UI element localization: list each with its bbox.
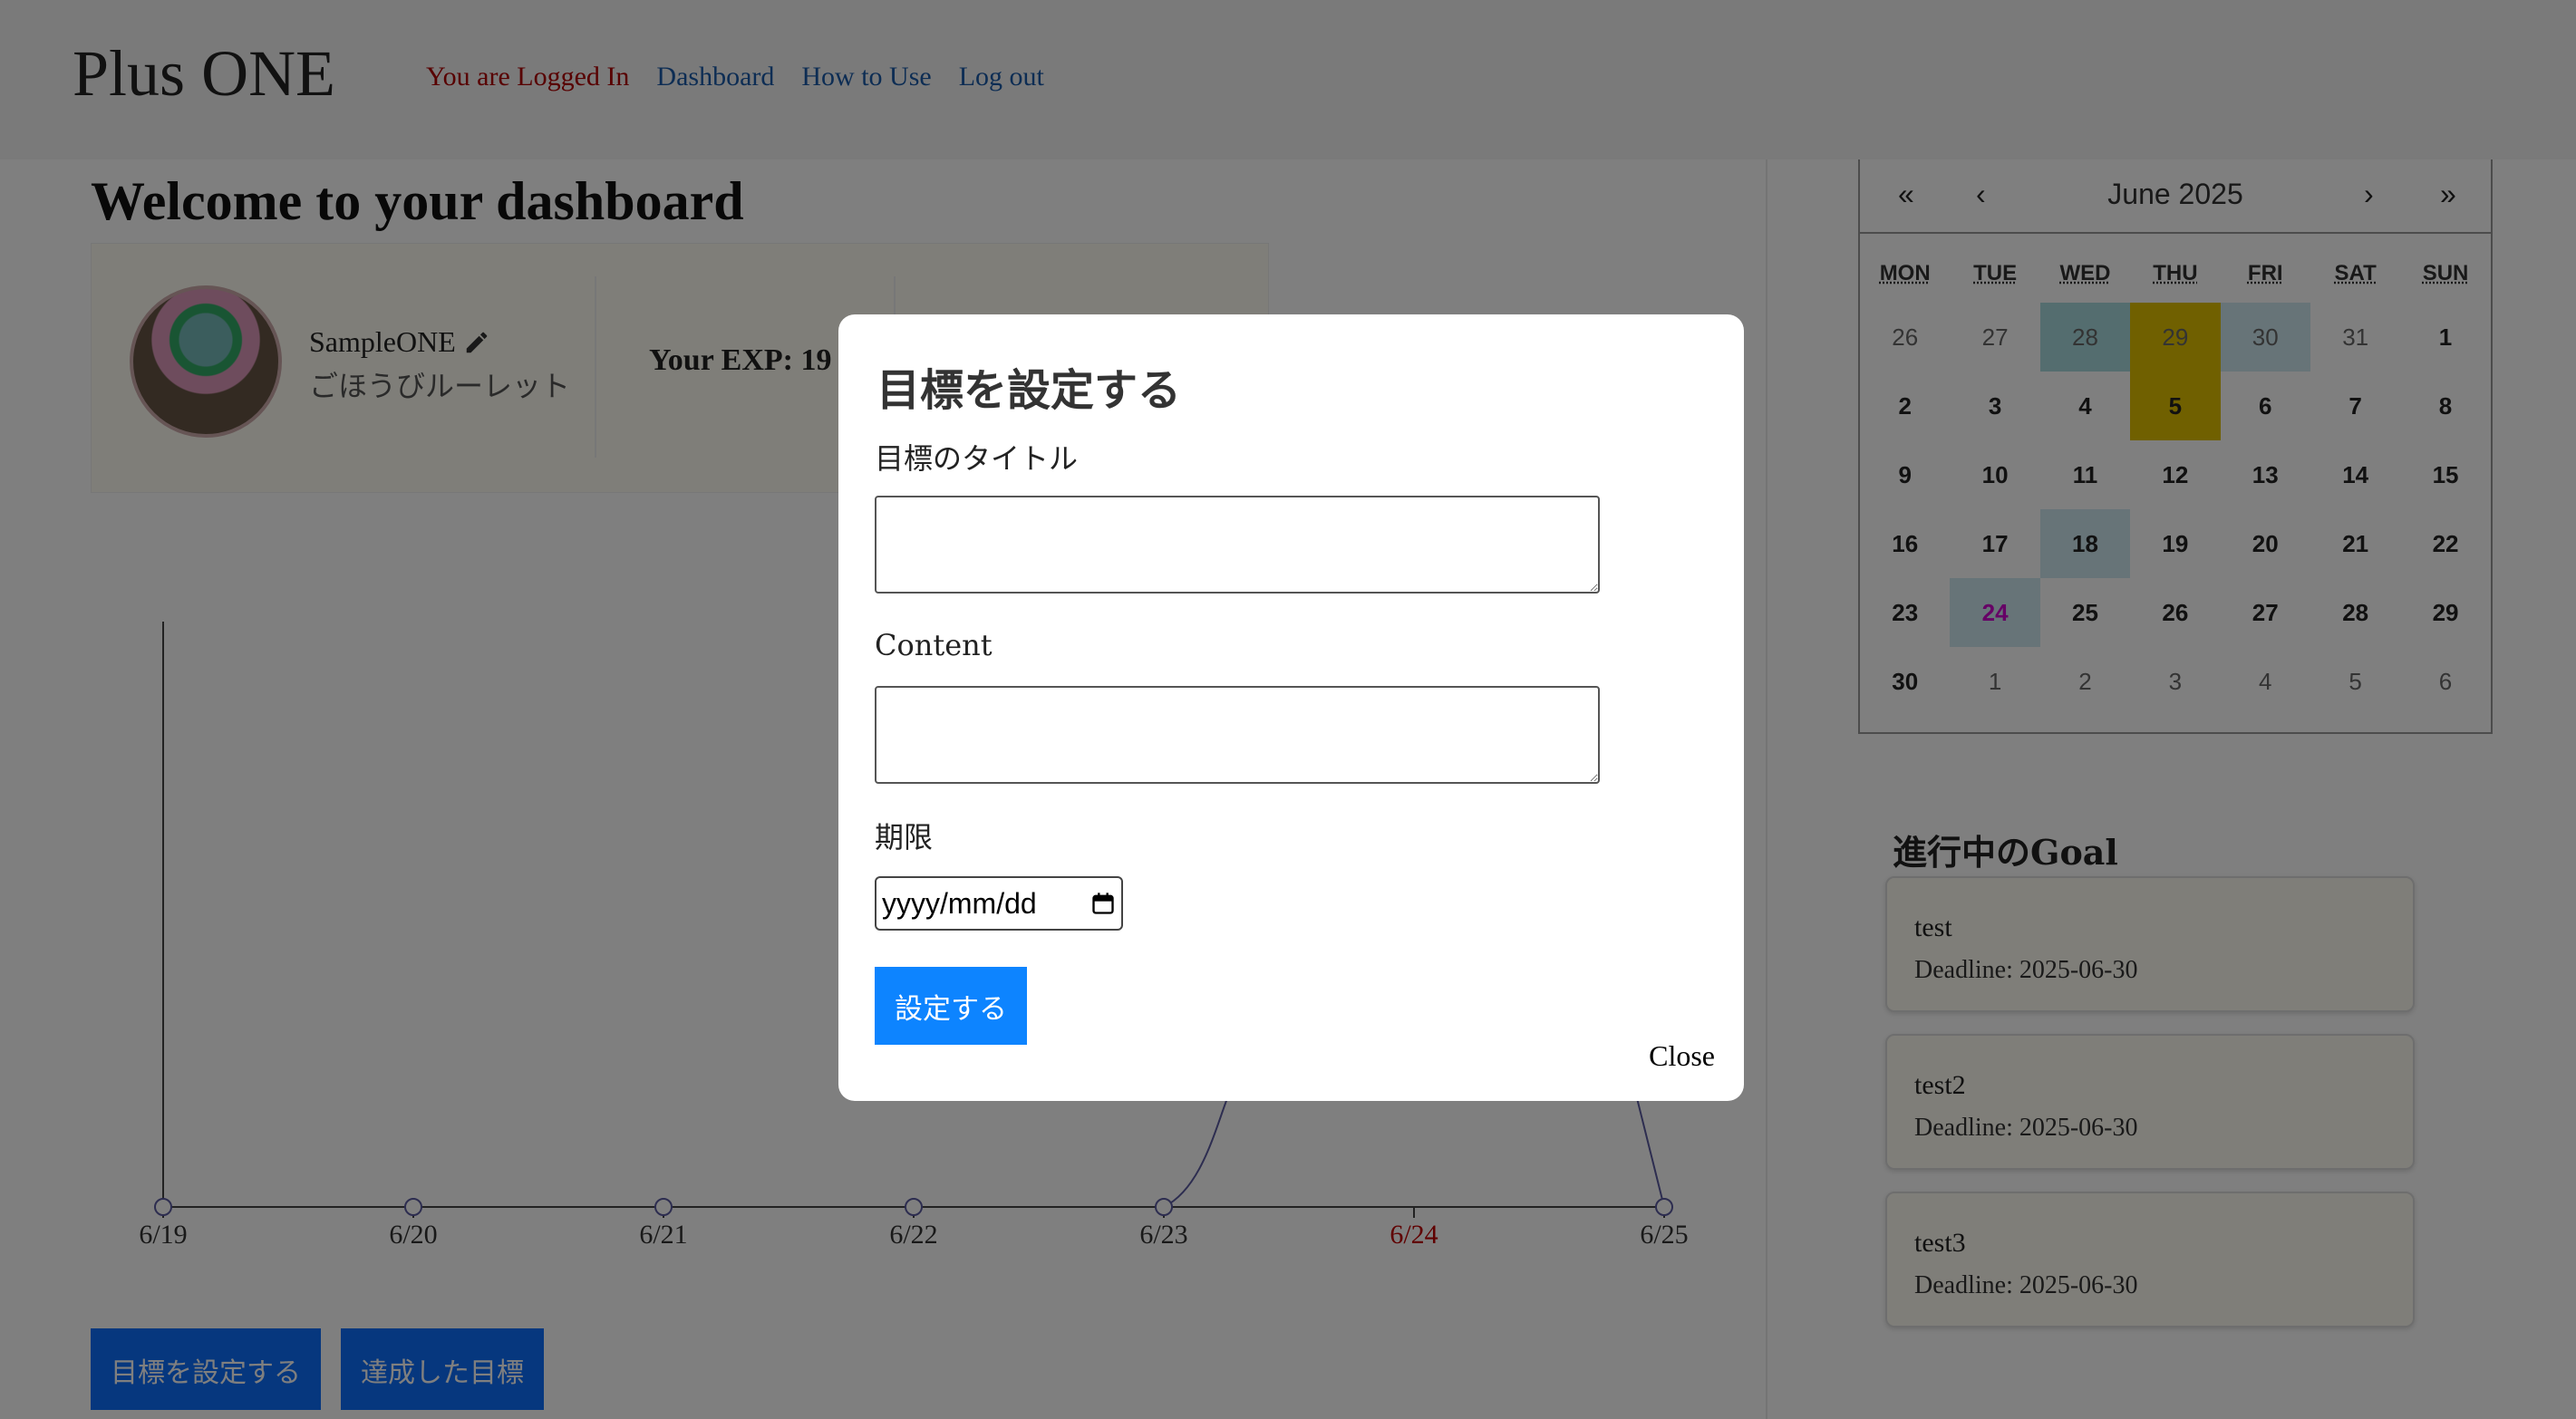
goal-title-input[interactable] bbox=[875, 496, 1600, 594]
deadline-date-input[interactable]: yyyy/mm/dd bbox=[875, 876, 1123, 931]
modal-title: 目標を設定する bbox=[876, 365, 1182, 416]
calendar-icon[interactable] bbox=[1090, 891, 1116, 916]
date-placeholder: yyyy/mm/dd bbox=[882, 886, 1037, 920]
deadline-label: 期限 bbox=[875, 820, 934, 854]
submit-goal-button[interactable]: 設定する bbox=[875, 967, 1027, 1045]
content-input[interactable] bbox=[875, 686, 1600, 784]
goal-title-label: 目標のタイトル bbox=[875, 441, 1079, 476]
close-modal-button[interactable]: Close bbox=[1649, 1039, 1715, 1073]
set-goal-modal: 目標を設定する 目標のタイトル Content 期限 yyyy/mm/dd 設定… bbox=[838, 314, 1744, 1101]
content-label: Content bbox=[875, 628, 993, 662]
